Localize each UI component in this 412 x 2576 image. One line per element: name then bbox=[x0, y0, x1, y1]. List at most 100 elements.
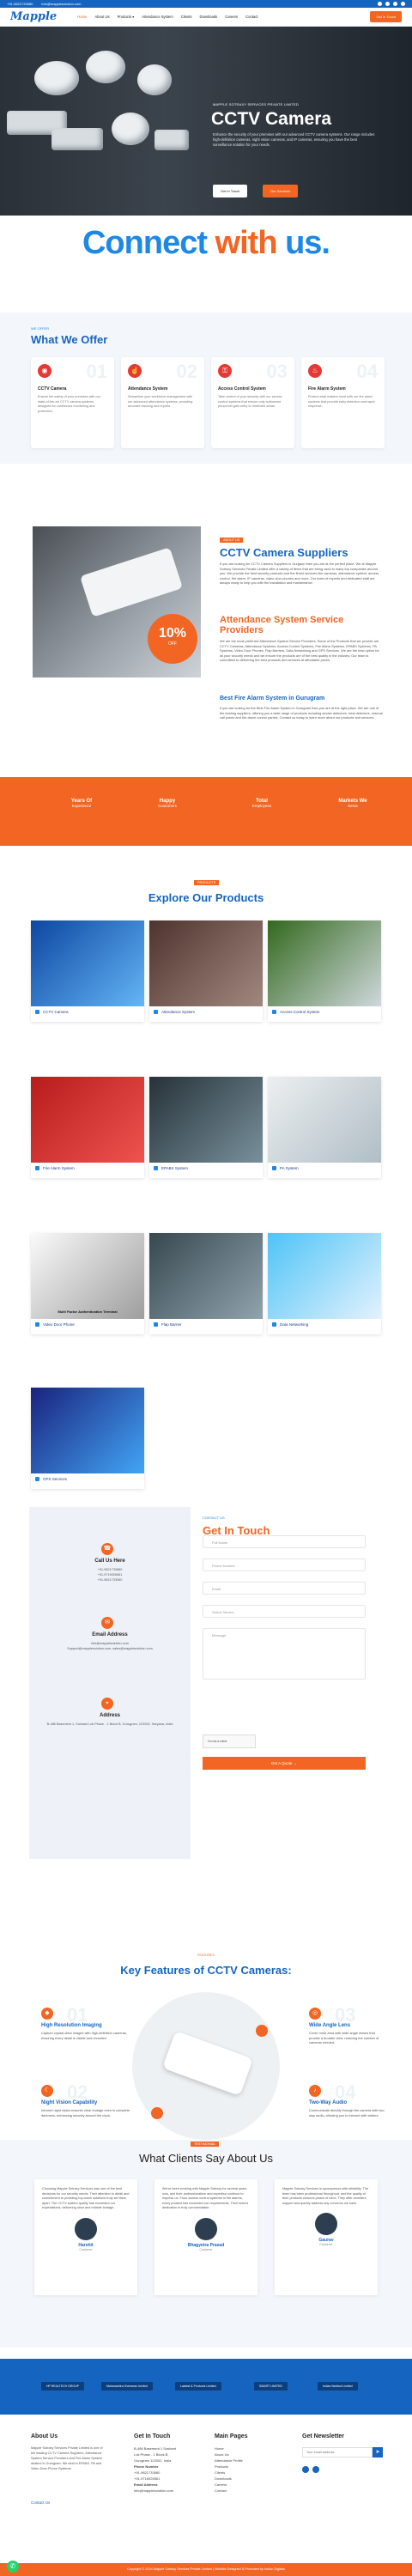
email-text[interactable]: info@mapplesolution.com bbox=[41, 2, 81, 6]
footer-link[interactable]: Contact bbox=[215, 2488, 243, 2494]
connect-heading: Connect with us. bbox=[0, 225, 412, 262]
nav-item-downloads[interactable]: Downloads bbox=[200, 15, 218, 19]
nav-item-about[interactable]: About Us bbox=[94, 15, 109, 19]
offer-card[interactable]: 02 ☝ Attendance System Streamline your w… bbox=[121, 357, 204, 448]
phone-list: +91-9821733680 +91-9716926561 +91-982173… bbox=[29, 1567, 191, 1583]
nav-item-contact[interactable]: Contact bbox=[245, 15, 258, 19]
footer-pages-title: Main Pages bbox=[215, 2433, 248, 2439]
product-card-epabx[interactable]: EPABX System bbox=[149, 1077, 263, 1178]
newsletter-input[interactable] bbox=[302, 2447, 373, 2458]
nav-item-attendance[interactable]: Attendance System bbox=[142, 15, 173, 19]
submit-quote-button[interactable]: Get A Quote → bbox=[203, 1757, 366, 1770]
offer-card[interactable]: 04 ♨ Fire Alarm System Protect what matt… bbox=[301, 357, 385, 448]
service-select[interactable]: Select Service bbox=[203, 1605, 366, 1618]
offer-kicker: WE OFFER bbox=[31, 326, 50, 331]
product-icon bbox=[154, 1010, 158, 1014]
offer-card-text: Ensure the safety of your premises with … bbox=[38, 395, 101, 413]
footer-link[interactable]: Downloads bbox=[215, 2476, 243, 2482]
hero-services-button[interactable]: Our Services bbox=[263, 185, 299, 197]
name-field[interactable]: Full Name bbox=[203, 1535, 366, 1548]
nav-item-products[interactable]: Products ▾ bbox=[118, 15, 135, 19]
footer-newsletter-title: Get Newsletter bbox=[302, 2433, 345, 2439]
testimonials-title: What Clients Say About Us bbox=[138, 2152, 274, 2165]
newsletter-send-button[interactable]: ➤ bbox=[373, 2447, 383, 2458]
twitter-icon[interactable] bbox=[385, 2, 390, 6]
footer-link[interactable]: Attendance Profile bbox=[215, 2458, 243, 2464]
speaker-icon: ♪ bbox=[309, 2085, 321, 2097]
product-image: Multi Factor Authentication Terminal bbox=[31, 1233, 144, 1319]
product-card-pa[interactable]: PA System bbox=[268, 1077, 381, 1178]
product-name: GPS Services bbox=[43, 1477, 68, 1481]
offer-card[interactable]: 03 ⚿ Access Control System Take control … bbox=[211, 357, 294, 448]
footer-address-line: B-486 Basement 1 Sushant bbox=[134, 2446, 176, 2451]
email-field[interactable]: Email bbox=[203, 1582, 366, 1595]
footer-link[interactable]: Home bbox=[215, 2445, 243, 2451]
nav-item-clients[interactable]: Clients bbox=[181, 15, 192, 19]
product-name: Attendance System bbox=[161, 1010, 196, 1014]
product-name: Flap Barrier bbox=[161, 1322, 182, 1327]
phone-text[interactable]: +91-9821733680 bbox=[7, 2, 33, 6]
client-logo: HP REALTECH GROUP bbox=[41, 2382, 84, 2391]
footer-email-label: Email Address bbox=[134, 2482, 158, 2487]
facebook-icon[interactable] bbox=[302, 2466, 309, 2473]
product-card-cctv[interactable]: CCTV Camera bbox=[31, 920, 144, 1022]
instagram-icon[interactable] bbox=[312, 2466, 319, 2473]
offer-card[interactable]: 01 ◉ CCTV Camera Ensure the safety of yo… bbox=[31, 357, 114, 448]
product-image bbox=[31, 1077, 144, 1163]
footer-phone[interactable]: +91-9821733680 bbox=[134, 2470, 211, 2476]
product-card-flap-barrier[interactable]: Flap Barrier bbox=[149, 1233, 263, 1334]
client-logo: SMART LIMITED bbox=[254, 2382, 288, 2391]
copyright-bar: Copyright © 2024 Mapple Sotraxy Services… bbox=[0, 2563, 412, 2576]
phone-number[interactable]: +91-9821733060 bbox=[29, 1577, 191, 1583]
footer-link[interactable]: Clients bbox=[215, 2470, 243, 2476]
product-name: CCTV Camera bbox=[43, 1010, 69, 1014]
hero-contact-button[interactable]: Get in Touch bbox=[213, 185, 248, 197]
box-camera-image bbox=[154, 130, 189, 150]
footer-contact-link[interactable]: Contact Us bbox=[31, 2500, 50, 2505]
footer-phone[interactable]: +91-9716926561 bbox=[134, 2476, 211, 2482]
address-title: Address bbox=[99, 1713, 120, 1718]
connect-us-word: us. bbox=[276, 225, 330, 261]
features-title: Key Features of CCTV Cameras: bbox=[120, 1964, 292, 1977]
instagram-icon[interactable] bbox=[393, 2, 397, 6]
linkedin-icon[interactable] bbox=[401, 2, 405, 6]
nav-item-careers[interactable]: Careers bbox=[225, 15, 238, 19]
testimonial-card: Mapple Sotraxy Services is synonymous wi… bbox=[275, 2179, 378, 2295]
product-card-video-door-phone[interactable]: Multi Factor Authentication Terminal Vide… bbox=[31, 1233, 144, 1334]
feature-number: 04 bbox=[335, 2081, 356, 2103]
product-card-attendance[interactable]: Attendance System bbox=[149, 920, 263, 1022]
footer-link[interactable]: About Us bbox=[215, 2451, 243, 2458]
message-field[interactable]: Message bbox=[203, 1628, 366, 1680]
get-in-touch-button[interactable]: Get In Touch bbox=[370, 11, 402, 22]
footer-pages-list: Home About Us Attendance Profile Product… bbox=[215, 2445, 243, 2494]
logo[interactable]: Mapple bbox=[10, 10, 57, 23]
stat-label: Serve bbox=[348, 804, 358, 808]
email-list: info@mapplesolution.com Support@mappleso… bbox=[29, 1641, 191, 1651]
whatsapp-icon[interactable]: ✆ bbox=[7, 2561, 19, 2573]
email-address[interactable]: Support@mapplesolution.com, sales@mapple… bbox=[29, 1646, 191, 1651]
fire-alarm-heading: Best Fire Alarm System in Gurugram bbox=[220, 696, 325, 702]
discount-number: 10% bbox=[158, 626, 187, 641]
facebook-icon[interactable] bbox=[378, 2, 382, 6]
feature-item: ☾ 02 Night Vision Capability Infrared ni… bbox=[41, 2081, 136, 2117]
product-icon bbox=[154, 1322, 158, 1327]
suppliers-paragraph-2: We are the most preferred Attendance Sys… bbox=[220, 639, 379, 663]
discount-text: OFF bbox=[168, 641, 177, 647]
product-icon bbox=[272, 1166, 276, 1170]
footer-link[interactable]: Products bbox=[215, 2464, 243, 2470]
offer-card-number: 02 bbox=[176, 361, 197, 382]
footer-email[interactable]: info@mapplesolution.com bbox=[134, 2488, 211, 2494]
product-card-data-networking[interactable]: Data Networking bbox=[268, 1233, 381, 1334]
address-text: B-486 Basement 1, Sushant Lok Phase - 1 … bbox=[46, 1722, 173, 1726]
product-card-access-control[interactable]: Access Control System bbox=[268, 920, 381, 1022]
product-card-gps[interactable]: GPS Services bbox=[31, 1388, 144, 1489]
footer-phone-label: Phone Number bbox=[134, 2464, 159, 2469]
product-card-fire-alarm[interactable]: Fire Alarm System bbox=[31, 1077, 144, 1178]
captcha-box[interactable]: I'm not a robot bbox=[203, 1735, 256, 1748]
offer-card-number: 03 bbox=[266, 361, 288, 382]
phone-field[interactable]: Phone Number bbox=[203, 1558, 366, 1571]
stat-label: Customers bbox=[158, 804, 177, 808]
nav-item-home[interactable]: Home bbox=[77, 15, 87, 19]
product-icon bbox=[272, 1010, 276, 1014]
footer-link[interactable]: Careers bbox=[215, 2482, 243, 2488]
